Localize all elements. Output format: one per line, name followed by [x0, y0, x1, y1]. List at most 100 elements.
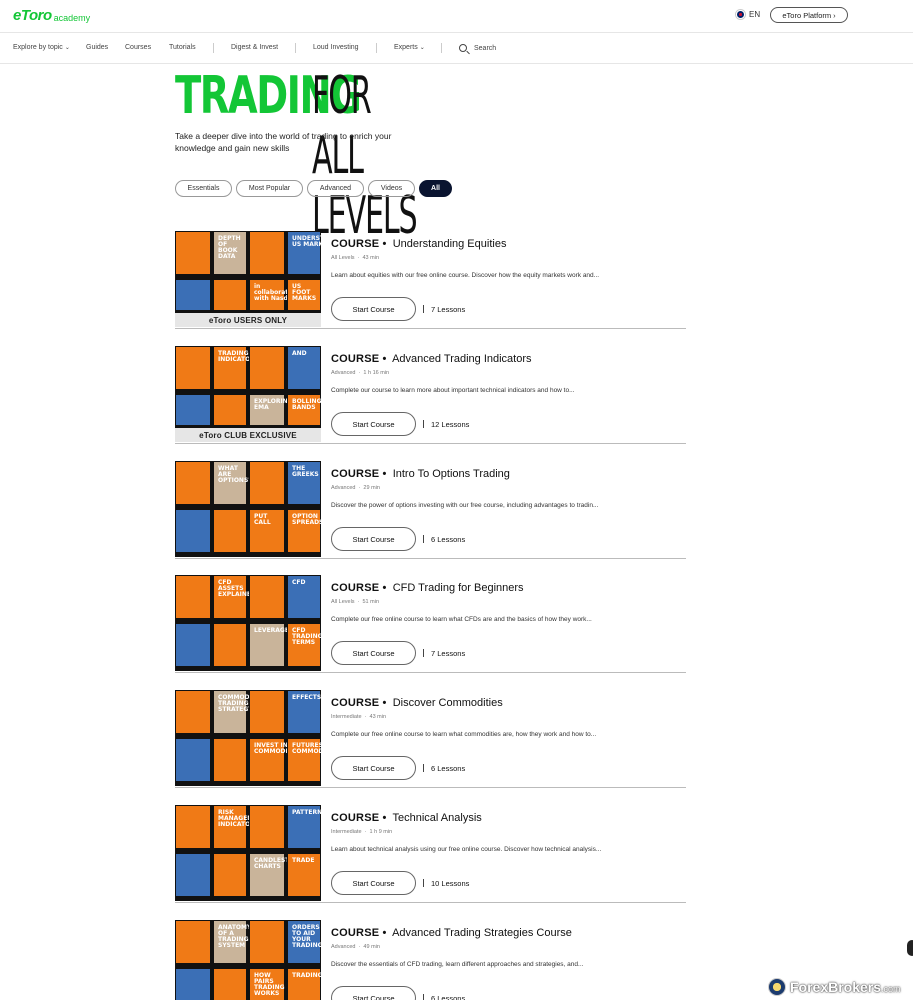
- thumbnail-tile-text: TRADING: [292, 972, 321, 979]
- watermark-suffix: .com: [881, 984, 901, 994]
- etoro-academy-logo[interactable]: eToro academy: [13, 7, 90, 24]
- course-level: Advanced: [331, 370, 356, 376]
- course-description: Learn about technical analysis using our…: [331, 846, 602, 853]
- nav-search-label: Search: [474, 44, 497, 52]
- thumbnail-tile-text: OPTION SPREADS: [292, 513, 321, 526]
- course-title[interactable]: COURSE • Advanced Trading Strategies Cou…: [331, 927, 572, 939]
- course-title[interactable]: COURSE • Discover Commodities: [331, 697, 503, 709]
- course-meta: Intermediate · 43 min: [331, 714, 387, 720]
- course-thumbnail[interactable]: TRADING INDICATORS AND EXPLORING EMA BOLLIN…: [175, 346, 321, 442]
- thumbnail-tile: CANDLESTICK CHARTS: [249, 853, 301, 897]
- nav-search[interactable]: Search: [459, 44, 496, 52]
- course-thumbnail[interactable]: WHAT ARE OPTIONS? THE GREEKS PUT CALL OPTIO…: [175, 461, 321, 557]
- etoro-platform-button[interactable]: eToro Platform ›: [770, 7, 848, 23]
- course-title[interactable]: COURSE • CFD Trading for Beginners: [331, 582, 524, 594]
- course-card[interactable]: ANATOMY OF A TRADING SYSTEM ORDERS TO AID…: [175, 920, 686, 1000]
- start-course-button[interactable]: Start Course: [331, 641, 416, 665]
- chevron-down-icon: ⌄: [419, 45, 425, 51]
- course-card[interactable]: RISK MANAGEMENT INDICATORS PATTERNS CANDLE…: [175, 805, 686, 903]
- nav-explore-by-topic[interactable]: Explore by topic ⌄: [13, 44, 70, 51]
- course-card[interactable]: COMMODITIES TRADING STRATEGY EFFECTS INVES…: [175, 690, 686, 788]
- thumbnail-tile: RISK MANAGEMENT INDICATORS: [213, 805, 267, 849]
- course-card[interactable]: TRADING INDICATORS AND EXPLORING EMA BOLLIN…: [175, 346, 686, 444]
- thumbnail-tile: [175, 461, 211, 505]
- thumbnail-tile: [249, 920, 285, 964]
- nav-guides[interactable]: Guides: [86, 44, 108, 51]
- course-name: Advanced Trading Indicators: [392, 353, 532, 365]
- thumbnail-tile-text: DEPTH OF BOOK DATA: [218, 235, 241, 260]
- nav-digest-invest[interactable]: Digest & Invest: [231, 44, 278, 51]
- language-label: EN: [749, 10, 761, 19]
- lessons-divider: [423, 764, 424, 772]
- page-subtitle: Take a deeper dive into the world of tra…: [175, 131, 392, 153]
- course-thumbnail[interactable]: DEPTH OF BOOK DATA UNDERSTANDING US MARKE…: [175, 231, 321, 327]
- watermark-text: ForexBrokers.com: [790, 979, 901, 995]
- thumbnail-tile: EFFECTS: [287, 690, 321, 734]
- nav-courses[interactable]: Courses: [125, 44, 151, 51]
- thumbnail-tile: DEPTH OF BOOK DATA: [213, 231, 247, 275]
- course-title[interactable]: COURSE • Understanding Equities: [331, 238, 506, 250]
- course-duration: 51 min: [362, 599, 380, 605]
- nav-divider: [441, 43, 442, 53]
- course-description: Complete our course to learn more about …: [331, 387, 575, 394]
- nav-tutorials[interactable]: Tutorials: [169, 44, 196, 51]
- thumbnail-tile-text: THE GREEKS: [292, 465, 319, 478]
- course-meta: All Levels · 43 min: [331, 255, 380, 261]
- thumbnail-tile: [175, 920, 211, 964]
- thumbnail-tile: [249, 461, 285, 505]
- course-card[interactable]: DEPTH OF BOOK DATA UNDERSTANDING US MARKE…: [175, 231, 686, 329]
- language-selector[interactable]: EN: [736, 10, 760, 19]
- start-course-button[interactable]: Start Course: [331, 986, 416, 1000]
- course-title[interactable]: COURSE • Advanced Trading Indicators: [331, 353, 532, 365]
- filter-all[interactable]: All: [419, 180, 452, 197]
- nav-divider: [376, 43, 377, 53]
- course-title[interactable]: COURSE • Intro To Options Trading: [331, 468, 510, 480]
- thumbnail-tile: [175, 231, 211, 275]
- course-meta: All Levels · 51 min: [331, 599, 380, 605]
- course-card[interactable]: WHAT ARE OPTIONS? THE GREEKS PUT CALL OPTIO…: [175, 461, 686, 559]
- course-level: Intermediate: [331, 829, 362, 835]
- thumbnail-tile-text: HOW PAIRS TRADING WORKS: [254, 972, 285, 997]
- thumbnail-tile-text: BOLLINGER BANDS: [292, 398, 321, 411]
- start-course-button[interactable]: Start Course: [331, 412, 416, 436]
- thumbnail-tile: [175, 853, 211, 897]
- start-course-button[interactable]: Start Course: [331, 871, 416, 895]
- thumbnail-tile: US FOOT MARKS: [287, 279, 321, 311]
- thumbnail-tile: [249, 575, 285, 619]
- course-duration: 43 min: [369, 714, 387, 720]
- chevron-down-icon: ⌄: [64, 45, 70, 51]
- course-level: Intermediate: [331, 714, 362, 720]
- start-course-button[interactable]: Start Course: [331, 297, 416, 321]
- course-thumbnail[interactable]: CFD ASSETS EXPLAINED CFD LEVERAGE CFD TRADI…: [175, 575, 321, 671]
- course-description: Complete our free online course to learn…: [331, 731, 597, 738]
- start-course-button[interactable]: Start Course: [331, 527, 416, 551]
- filter-essentials[interactable]: Essentials: [175, 180, 232, 197]
- nav-experts[interactable]: Experts ⌄: [394, 44, 425, 51]
- course-name: Discover Commodities: [392, 697, 503, 709]
- start-course-button[interactable]: Start Course: [331, 756, 416, 780]
- filter-advanced[interactable]: Advanced: [307, 180, 364, 197]
- uk-flag-icon: [736, 10, 745, 19]
- course-thumbnail[interactable]: ANATOMY OF A TRADING SYSTEM ORDERS TO AID…: [175, 920, 321, 1000]
- course-thumbnail[interactable]: COMMODITIES TRADING STRATEGY EFFECTS INVES…: [175, 690, 321, 786]
- nav-explore-label: Explore by topic: [13, 44, 63, 51]
- thumbnail-tile: [175, 279, 211, 311]
- course-duration: 43 min: [362, 255, 380, 261]
- course-card[interactable]: CFD ASSETS EXPLAINED CFD LEVERAGE CFD TRADI…: [175, 575, 686, 673]
- course-description: Complete our free online course to learn…: [331, 616, 592, 623]
- course-duration: 1 h 9 min: [369, 829, 393, 835]
- top-bar: eToro academy EN eToro Platform ›: [0, 0, 913, 33]
- filter-videos[interactable]: Videos: [368, 180, 415, 197]
- lessons-divider: [423, 305, 424, 313]
- lessons-divider: [423, 535, 424, 543]
- thumbnail-tile-text: EFFECTS: [292, 694, 321, 701]
- lessons-count: 6 Lessons: [431, 535, 466, 544]
- course-level: Advanced: [331, 485, 356, 491]
- thumbnail-tile: FUTURES VS COMMODITIES: [287, 738, 321, 782]
- course-description: Learn about equities with our free onlin…: [331, 272, 600, 279]
- course-title[interactable]: COURSE • Technical Analysis: [331, 812, 482, 824]
- filter-most-popular[interactable]: Most Popular: [236, 180, 303, 197]
- chat-bubble-button[interactable]: [907, 940, 913, 956]
- course-thumbnail[interactable]: RISK MANAGEMENT INDICATORS PATTERNS CANDLE…: [175, 805, 321, 901]
- nav-loud-investing[interactable]: Loud Investing: [313, 44, 359, 51]
